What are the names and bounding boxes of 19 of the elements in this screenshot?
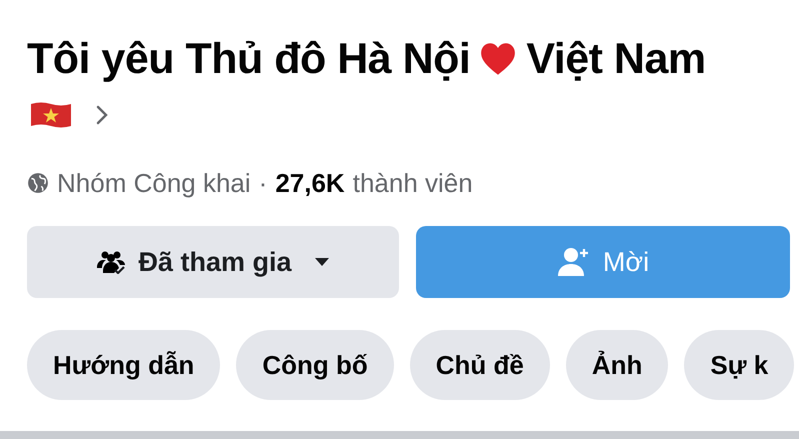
caret-icon [314, 257, 330, 267]
tab-chip[interactable]: Chủ đề [410, 330, 550, 400]
tab-chip[interactable]: Hướng dẫn [27, 330, 220, 400]
tab-chip[interactable]: Ảnh [566, 330, 668, 400]
member-label: thành viên [352, 168, 473, 198]
member-count: 27,6K [275, 168, 345, 198]
group-privacy: Nhóm Công khai [57, 168, 251, 198]
tab-chip[interactable]: Sự k [684, 330, 794, 400]
group-title: Tôi yêu Thủ đô Hà Nội [27, 34, 470, 84]
chevron-right-icon [96, 105, 108, 125]
add-person-icon [556, 247, 591, 277]
group-check-icon [96, 250, 126, 274]
tab-chip[interactable]: Công bố [236, 330, 394, 400]
joined-button[interactable]: Đã tham gia [27, 226, 399, 298]
group-title: Việt Nam [526, 34, 706, 84]
separator: · [258, 168, 268, 198]
heart-icon [480, 42, 516, 76]
flag-icon [30, 101, 72, 129]
globe-icon [27, 172, 49, 194]
